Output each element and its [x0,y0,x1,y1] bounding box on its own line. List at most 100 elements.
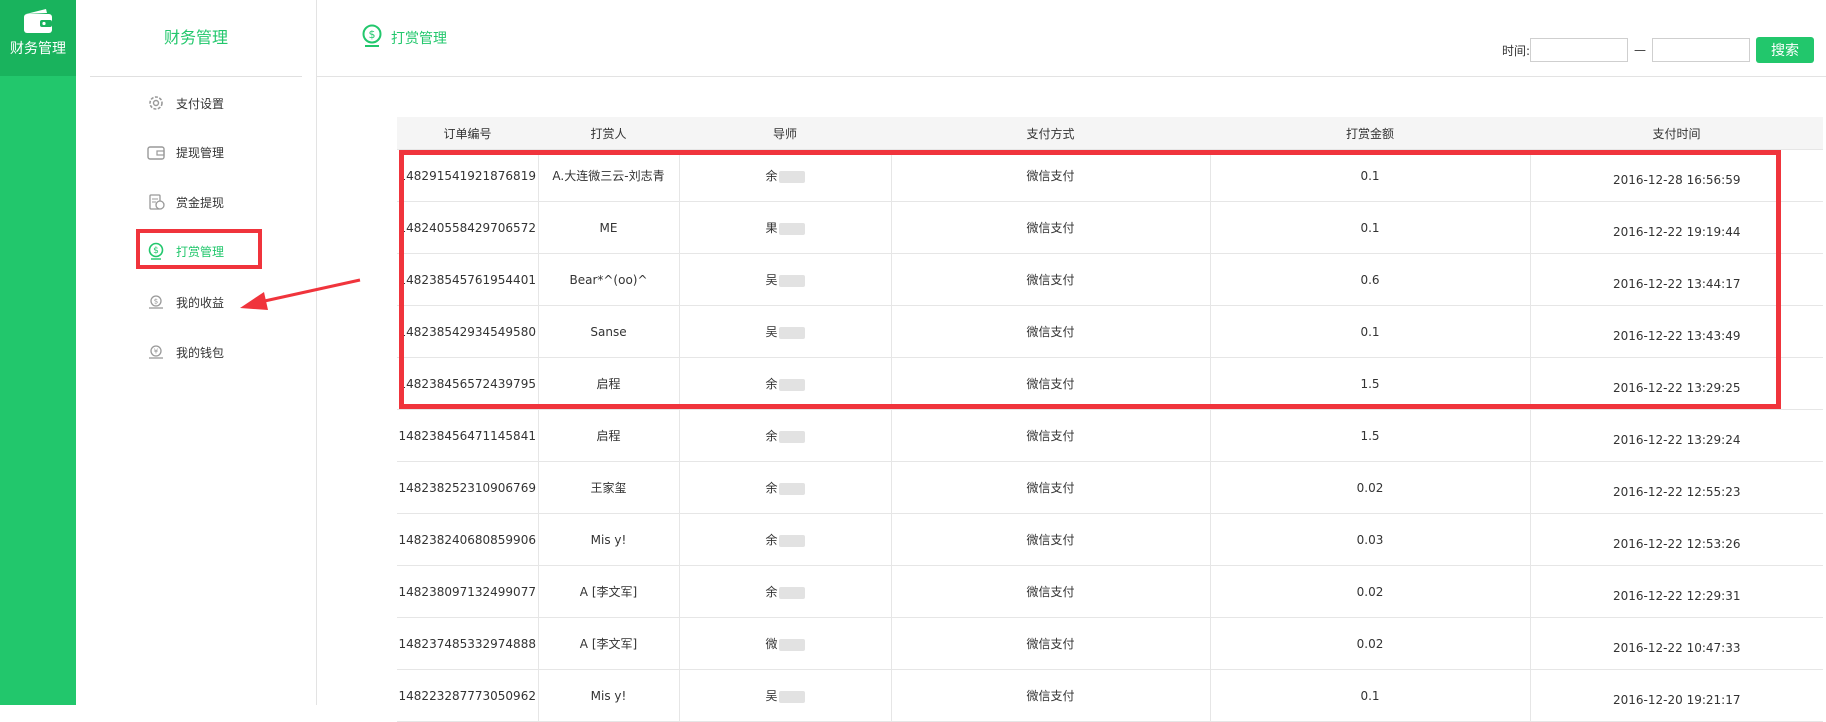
column-header: 支付时间 [1530,117,1823,150]
menu-item-payment-settings[interactable]: 支付设置 [146,92,224,114]
svg-text:¥: ¥ [154,348,159,356]
coins-icon [146,192,166,212]
payment-method-cell: 微信支付 [891,357,1211,410]
redacted-blur [778,638,805,651]
tipper-cell: 启程 [538,357,680,410]
mentor-name: 余 [765,533,778,547]
amount-cell: 1.5 [1210,357,1531,410]
pay-time-cell: 2016-12-22 12:55:23 [1530,461,1823,514]
annotation-menu-highlight [136,229,262,269]
page-title-text: 打赏管理 [391,31,447,47]
page-header: $ 打赏管理 时间: — 搜索 [317,0,1826,77]
amount-cell: 0.03 [1210,513,1531,566]
order-id-cell: 148238252310906769 [397,461,539,514]
rail-label: 财务管理 [10,41,66,57]
tipper-cell: 启程 [538,409,680,462]
menu-item-my-wallet[interactable]: ¥ 我的钱包 [146,341,224,363]
column-header: 支付方式 [891,117,1210,150]
tipper-cell: A [李文军] [538,617,680,670]
mentor-name: 吴 [765,689,778,703]
start-time-input[interactable] [1530,38,1628,62]
redacted-blur [778,274,805,287]
mentor-cell: 吴 [679,253,892,306]
amount-cell: 0.02 [1210,461,1531,514]
order-id-cell: 148238240680859906 [397,513,539,566]
submenu-panel: 财务管理 支付设置 提现管理 赏金提现 $ 打赏管理 $ 我的收益 ¥ 我的钱包 [76,0,317,705]
pay-time-cell: 2016-12-22 12:29:31 [1530,565,1823,618]
order-id-cell: 148237485332974888 [397,617,539,670]
earnings-icon: $ [146,292,166,312]
table-row: 148238252310906769 王家玺 余 微信支付 0.02 2016-12-22… [397,461,1823,514]
pay-time-cell: 2016-12-28 16:56:59 [1530,149,1823,202]
payment-method-cell: 微信支付 [891,669,1211,722]
payment-method-cell: 微信支付 [891,513,1211,566]
payment-method-cell: 微信支付 [891,565,1211,618]
mentor-cell: 吴 [679,305,892,358]
tip-table-wrap: 订单编号 打赏人 导师 支付方式 打赏金额 支付时间 1482915419218… [397,117,1823,722]
mentor-cell: 微 [679,617,892,670]
dollar-coin-icon: $ [361,24,383,52]
order-id-cell: 148238097132499077 [397,565,539,618]
wallet-icon [146,142,166,162]
tip-table: 订单编号 打赏人 导师 支付方式 打赏金额 支付时间 1482915419218… [397,117,1823,722]
payment-method-cell: 微信支付 [891,201,1211,254]
redacted-blur [778,482,805,495]
pay-time-cell: 2016-12-22 13:29:24 [1530,409,1823,462]
wallet-icon [24,9,52,33]
menu-item-label: 我的收益 [176,295,225,310]
table-row: 148238542934549580 Sanse 吴 微信支付 0.1 2016-12-2… [397,305,1823,358]
menu-item-label: 提现管理 [176,145,225,160]
redacted-blur [778,222,805,235]
end-time-input[interactable] [1652,38,1750,62]
order-id-cell: 148291541921876819 [397,149,539,202]
mentor-cell: 余 [679,513,892,566]
amount-cell: 0.02 [1210,617,1531,670]
app-rail: 财务管理 [0,0,76,705]
submenu-title: 财务管理 [163,28,228,47]
tipper-cell: A.大连微三云-刘志青 [538,149,680,202]
svg-text:$: $ [154,298,158,306]
rail-finance-item[interactable]: 财务管理 [0,0,76,76]
mentor-cell: 余 [679,409,892,462]
mentor-name: 余 [765,585,778,599]
tipper-cell: Mis y! [538,513,680,566]
redacted-blur [778,690,805,703]
amount-cell: 0.1 [1210,149,1531,202]
pay-time-cell: 2016-12-20 19:21:17 [1530,669,1823,722]
mentor-name: 余 [765,169,778,183]
tipper-cell: Bear*^(oo)^ [538,253,680,306]
mentor-cell: 余 [679,357,892,410]
table-header-row: 订单编号 打赏人 导师 支付方式 打赏金额 支付时间 [397,117,1823,150]
table-row: 148223287773050962 Mis y! 吴 微信支付 0.1 2016-12-… [397,669,1823,722]
menu-item-label: 我的钱包 [176,345,225,360]
table-row: 148238456572439795 启程 余 微信支付 1.5 2016-12-22 1… [397,357,1823,410]
redacted-blur [778,378,805,391]
time-filter-label: 时间: [1501,43,1530,58]
menu-item-bounty-withdraw[interactable]: 赏金提现 [146,191,224,213]
mentor-name: 余 [765,377,778,391]
pay-time-cell: 2016-12-22 13:29:25 [1530,357,1823,410]
redacted-blur [778,534,805,547]
menu-item-my-earnings[interactable]: $ 我的收益 [146,291,224,313]
mentor-cell: 余 [679,149,892,202]
tipper-cell: A [李文军] [538,565,680,618]
tipper-cell: ME [538,201,680,254]
amount-cell: 1.5 [1210,409,1531,462]
redacted-blur [778,586,805,599]
redacted-blur [778,170,805,183]
table-row: 148238545761954401 Bear*^(oo)^ 吴 微信支付 0.6 201… [397,253,1823,306]
svg-text:$: $ [369,28,376,41]
order-id-cell: 148223287773050962 [397,669,539,722]
pay-time-cell: 2016-12-22 10:47:33 [1530,617,1823,670]
mentor-name: 微 [765,637,778,651]
amount-cell: 0.1 [1210,669,1531,722]
mentor-name: 吴 [765,273,778,287]
order-id-cell: 148238456572439795 [397,357,539,410]
order-id-cell: 148238542934549580 [397,305,539,358]
search-button[interactable]: 搜索 [1756,37,1814,63]
mentor-cell: 余 [679,461,892,514]
menu-item-withdraw-manage[interactable]: 提现管理 [146,141,224,163]
tipper-cell: 王家玺 [538,461,680,514]
gear-icon [146,93,166,113]
payment-method-cell: 微信支付 [891,149,1211,202]
